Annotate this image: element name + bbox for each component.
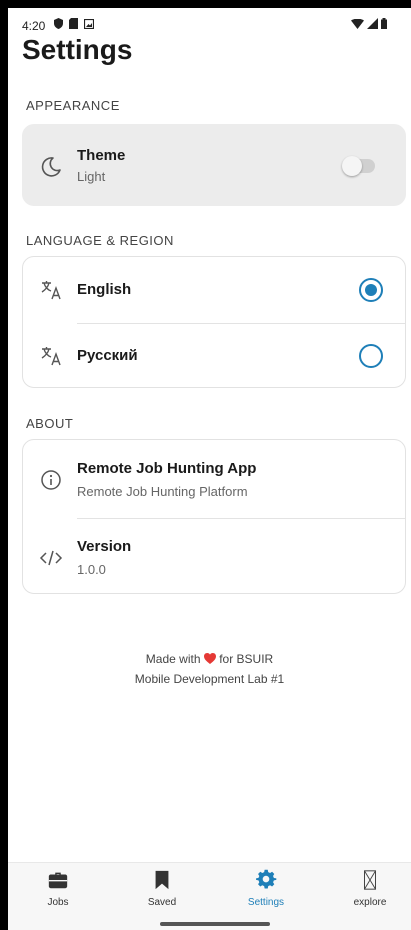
nav-item-settings[interactable]: Settings	[226, 869, 306, 908]
theme-value: Light	[77, 169, 106, 184]
language-option-english[interactable]: English	[23, 257, 405, 323]
briefcase-icon	[48, 872, 68, 889]
language-label-russian: Русский	[77, 347, 138, 364]
version-title: Version	[77, 538, 132, 555]
radio-english[interactable]	[359, 278, 383, 302]
moon-icon	[41, 157, 61, 177]
about-item-app[interactable]: Remote Job Hunting App Remote Job Huntin…	[23, 440, 405, 518]
toggle-thumb	[342, 156, 362, 176]
wifi-icon	[351, 18, 364, 29]
nav-label-settings: Settings	[247, 897, 285, 908]
hourglass-icon	[363, 870, 377, 890]
nav-label-explore: explore	[353, 897, 387, 908]
theme-title: Theme	[77, 147, 126, 164]
nav-label-saved: Saved	[147, 897, 177, 908]
about-app-title: Remote Job Hunting App	[77, 460, 257, 477]
nav-item-saved[interactable]: Saved	[122, 869, 202, 908]
heart-icon	[203, 653, 216, 664]
footer-line-1: Made with for BSUIR	[8, 652, 411, 666]
footer-for: for BSUIR	[219, 652, 274, 666]
radio-russian[interactable]	[359, 344, 383, 368]
status-time: 4:20	[22, 19, 46, 33]
footer-line-2: Mobile Development Lab #1	[134, 672, 285, 686]
section-label-language: LANGUAGE & REGION	[26, 233, 174, 248]
signal-icon	[367, 18, 378, 29]
about-item-version[interactable]: Version 1.0.0	[23, 518, 405, 595]
battery-icon	[381, 18, 387, 29]
section-label-appearance: APPEARANCE	[26, 98, 120, 113]
theme-card[interactable]: Theme Light	[22, 124, 406, 206]
page-title: Settings	[22, 34, 133, 65]
language-card: English Русский	[22, 256, 406, 388]
section-label-about: ABOUT	[26, 416, 74, 431]
about-app-subtitle: Remote Job Hunting Platform	[77, 484, 248, 499]
language-option-russian[interactable]: Русский	[23, 323, 405, 389]
translate-icon	[41, 281, 61, 300]
about-card: Remote Job Hunting App Remote Job Huntin…	[22, 439, 406, 594]
nav-item-explore[interactable]: explore	[330, 869, 410, 908]
settings-screen: 4:20 Settings APPEARANCE Theme Light LAN…	[8, 8, 411, 930]
shield-icon	[54, 18, 63, 29]
language-label-english: English	[77, 281, 132, 298]
nav-label-jobs: Jobs	[47, 897, 69, 908]
info-icon	[41, 470, 61, 490]
bottom-nav: Jobs Saved Settings explore	[8, 862, 411, 930]
sd-card-icon	[69, 18, 78, 29]
translate-icon	[41, 347, 61, 366]
footer-made-with: Made with	[145, 652, 201, 666]
home-indicator[interactable]	[160, 922, 270, 926]
nav-item-jobs[interactable]: Jobs	[18, 869, 98, 908]
theme-toggle[interactable]	[342, 156, 375, 176]
photo-icon	[84, 18, 94, 29]
bookmark-icon	[155, 870, 169, 890]
status-bar: 4:20	[8, 8, 411, 33]
code-icon	[39, 550, 63, 566]
version-value: 1.0.0	[77, 562, 106, 577]
gear-icon	[256, 869, 277, 889]
